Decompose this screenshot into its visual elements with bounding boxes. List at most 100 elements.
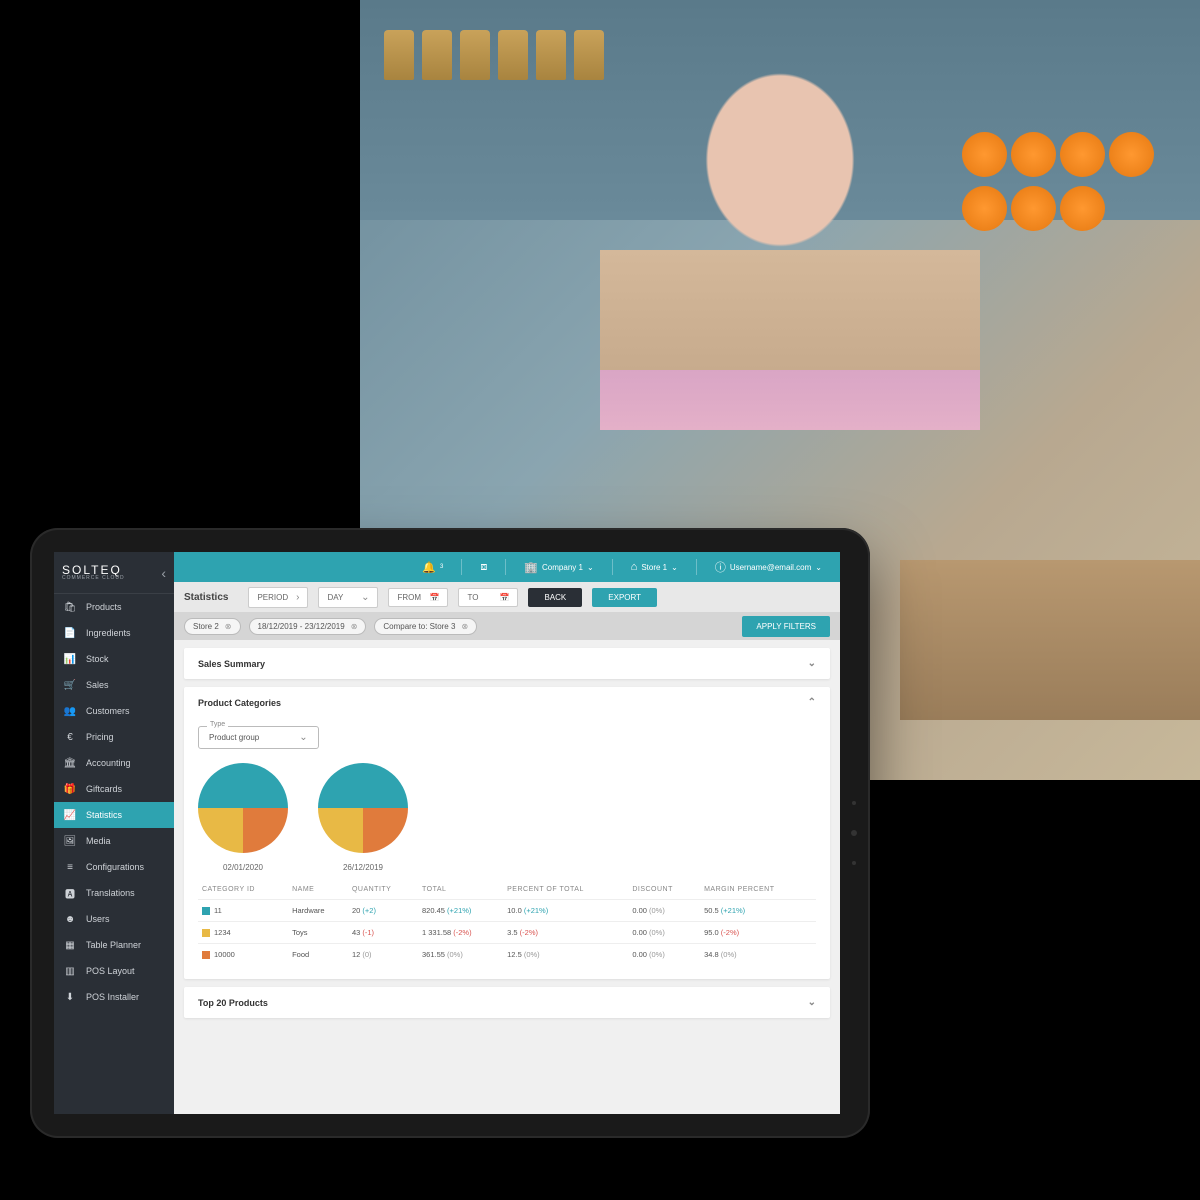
sidebar-item-label: Stock — [86, 654, 109, 664]
color-swatch-icon — [202, 907, 210, 915]
chevron-down-icon: ⌄ — [671, 563, 678, 572]
divider — [696, 559, 697, 575]
sidebar-item-label: POS Layout — [86, 966, 135, 976]
gift-icon: 🎁 — [64, 783, 76, 795]
bell-icon: 🔔 — [422, 561, 436, 574]
divider — [461, 559, 462, 575]
sidebar-item-table-planner[interactable]: ▦ Table Planner — [54, 932, 174, 958]
chevron-down-icon: ⌄ — [361, 592, 369, 603]
sidebar-item-pos-installer[interactable]: ⬇POS Installer — [54, 984, 174, 1010]
panel-product-categories: Product Categories ⌃ Type Product group … — [184, 687, 830, 979]
sidebar-item-label: Translations — [86, 888, 135, 898]
store-label: Store 1 — [641, 563, 667, 572]
chevron-down-icon: ⌄ — [587, 563, 594, 572]
table-icon: ▦ — [64, 939, 76, 951]
sidebar-item-media[interactable]: 🖼 Media — [54, 828, 174, 854]
day-select[interactable]: DAY⌄ — [318, 587, 378, 608]
to-date-input[interactable]: TO📅 — [458, 588, 518, 607]
table-header: QUANTITY — [348, 880, 418, 900]
brand-logo: SOLTEQ COMMERCE CLOUD — [62, 564, 125, 581]
sidebar-item-label: Giftcards — [86, 784, 122, 794]
notifications-button[interactable]: 🔔 3 — [416, 561, 449, 574]
chevron-down-icon: ⌄ — [815, 563, 822, 572]
pie-chart — [198, 763, 288, 853]
sidebar-item-label: Statistics — [86, 810, 122, 820]
brand-tagline: COMMERCE CLOUD — [62, 576, 125, 581]
pie-date-label: 26/12/2019 — [318, 863, 408, 872]
panel-header-sales-summary[interactable]: Sales Summary ⌄ — [184, 648, 830, 679]
chart-icon: 📈 — [64, 809, 76, 821]
main-area: 🔔 3 ⧈ 🏢 Company 1 ⌄ ⌂ Store 1 ⌄ — [174, 552, 840, 1114]
sidebar-item-label: Table Planner — [86, 940, 141, 950]
sidebar-item-pricing[interactable]: €Pricing — [54, 724, 174, 750]
filter-chip-store[interactable]: Store 2 ⊗ — [184, 618, 241, 635]
bag-icon: 🛍 — [64, 601, 76, 613]
pie-chart-right: 26/12/2019 — [318, 763, 408, 872]
color-swatch-icon — [202, 929, 210, 937]
chevron-down-icon: ⌄ — [808, 658, 816, 669]
table-header: DISCOUNT — [628, 880, 700, 900]
sidebar: SOLTEQ COMMERCE CLOUD ‹ 🛍Products📄Ingred… — [54, 552, 174, 1114]
table-header: TOTAL — [418, 880, 503, 900]
period-select[interactable]: PERIOD› — [248, 587, 308, 608]
sidebar-item-label: Customers — [86, 706, 130, 716]
sidebar-nav: 🛍Products📄Ingredients📊Stock🛒Sales👥Custom… — [54, 594, 174, 1010]
translate-icon: 🅰 — [64, 887, 76, 899]
user-icon: ☻ — [64, 913, 76, 925]
table-header: NAME — [288, 880, 348, 900]
sidebar-item-products[interactable]: 🛍Products — [54, 594, 174, 620]
panel-top-20: Top 20 Products ⌄ — [184, 987, 830, 1018]
filter-chip-compare[interactable]: Compare to: Store 3 ⊗ — [374, 618, 477, 635]
divider — [505, 559, 506, 575]
close-icon[interactable]: ⊗ — [351, 622, 358, 631]
table-header: CATEGORY ID — [198, 880, 288, 900]
sidebar-item-ingredients[interactable]: 📄Ingredients — [54, 620, 174, 646]
sidebar-item-label: Accounting — [86, 758, 131, 768]
content-scroll[interactable]: Sales Summary ⌄ Product Categories ⌃ Typ… — [174, 640, 840, 1114]
collapse-sidebar-button[interactable]: ‹ — [161, 565, 166, 581]
sidebar-item-sales[interactable]: 🛒Sales — [54, 672, 174, 698]
download-icon: ⬇ — [64, 991, 76, 1003]
close-icon[interactable]: ⊗ — [225, 622, 232, 631]
sidebar-item-stock[interactable]: 📊Stock — [54, 646, 174, 672]
sidebar-item-pos-layout[interactable]: ▥POS Layout — [54, 958, 174, 984]
store-select[interactable]: ⌂ Store 1 ⌄ — [625, 561, 684, 573]
pie-charts-row: 02/01/2020 26/12/2019 — [198, 763, 816, 872]
apply-filters-button[interactable]: APPLY FILTERS — [742, 616, 830, 637]
panel-sales-summary: Sales Summary ⌄ — [184, 648, 830, 679]
field-label: Type — [207, 721, 228, 728]
sliders-icon: ≡ — [64, 861, 76, 873]
type-select[interactable]: Type Product group ⌄ — [198, 726, 319, 749]
category-table: CATEGORY IDNAMEQUANTITYTOTALPERCENT OF T… — [198, 880, 816, 965]
filter-chip-daterange[interactable]: 18/12/2019 - 23/12/2019 ⊗ — [249, 618, 367, 635]
sidebar-item-translations[interactable]: 🅰 Translations — [54, 880, 174, 906]
close-icon[interactable]: ⊗ — [461, 622, 468, 631]
sidebar-header: SOLTEQ COMMERCE CLOUD ‹ — [54, 552, 174, 594]
tablet-frame: SOLTEQ COMMERCE CLOUD ‹ 🛍Products📄Ingred… — [30, 528, 870, 1138]
sidebar-item-customers[interactable]: 👥Customers — [54, 698, 174, 724]
barcode-button[interactable]: ⧈ — [474, 561, 493, 574]
table-row: 1234Toys43 (-1)1 331.58 (-2%)3.5 (-2%)0.… — [198, 922, 816, 944]
back-button[interactable]: BACK — [528, 588, 582, 607]
sidebar-item-statistics[interactable]: 📈 Statistics — [54, 802, 174, 828]
company-select[interactable]: 🏢 Company 1 ⌄ — [518, 561, 599, 574]
filter-bar: Statistics PERIOD› DAY⌄ FROM📅 TO📅 BACK E… — [174, 582, 840, 612]
sidebar-item-configurations[interactable]: ≡Configurations — [54, 854, 174, 880]
euro-icon: € — [64, 731, 76, 743]
user-email: Username@email.com — [730, 563, 811, 572]
sidebar-item-label: Media — [86, 836, 111, 846]
export-button[interactable]: EXPORT — [592, 588, 657, 607]
image-icon: 🖼 — [64, 835, 76, 847]
sidebar-item-accounting[interactable]: 🏛Accounting — [54, 750, 174, 776]
cart-icon: 🛒 — [64, 679, 76, 691]
sidebar-item-users[interactable]: ☻Users — [54, 906, 174, 932]
from-date-input[interactable]: FROM📅 — [388, 588, 448, 607]
notification-badge: 3 — [440, 564, 443, 570]
pie-chart — [318, 763, 408, 853]
sidebar-item-giftcards[interactable]: 🎁 Giftcards — [54, 776, 174, 802]
user-menu[interactable]: ⓘ Username@email.com ⌄ — [709, 559, 828, 575]
panel-header-top-20[interactable]: Top 20 Products ⌄ — [184, 987, 830, 1018]
panel-header-product-categories[interactable]: Product Categories ⌃ — [184, 687, 830, 718]
tablet-camera-icon — [851, 830, 857, 836]
topbar: 🔔 3 ⧈ 🏢 Company 1 ⌄ ⌂ Store 1 ⌄ — [174, 552, 840, 582]
